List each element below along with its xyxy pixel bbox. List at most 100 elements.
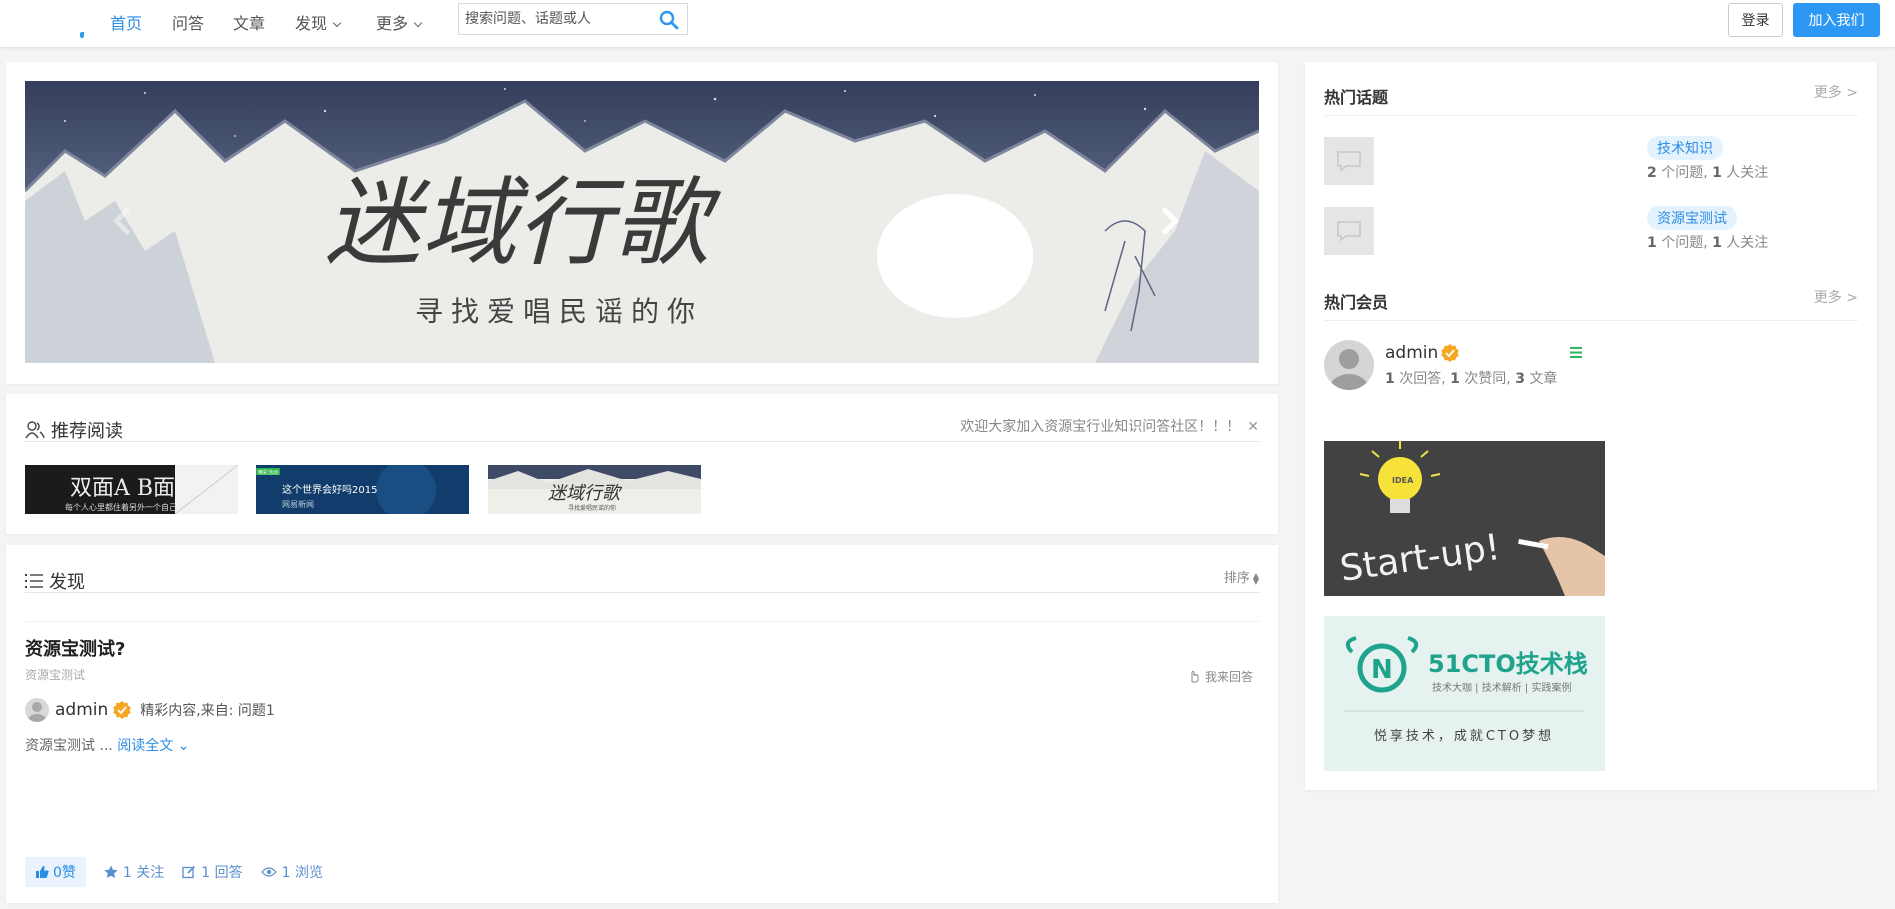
member-answer-unit: 次回答, bbox=[1394, 371, 1451, 387]
51cto-slogan: 悦享技术，成就CTO梦想 bbox=[1374, 728, 1554, 744]
edit-icon bbox=[182, 865, 196, 879]
hot-topics-more-link[interactable]: 更多 > bbox=[1814, 82, 1858, 102]
discover-panel: 发现 排序 ▲ ▼ 资源宝测试? 资源宝测试 我来回答 admin 精彩内容,来自:… bbox=[6, 545, 1278, 903]
search-input[interactable] bbox=[459, 4, 649, 34]
topic-2-question-unit: 个问题, bbox=[1656, 235, 1713, 251]
read-more-link[interactable]: 阅读全文 ⌄ bbox=[117, 738, 189, 754]
close-icon[interactable]: ✕ bbox=[1247, 419, 1259, 435]
member-article-count: 3 bbox=[1515, 371, 1525, 387]
list-icon bbox=[25, 574, 43, 588]
avatar[interactable] bbox=[25, 698, 49, 722]
topic-image[interactable] bbox=[1324, 137, 1374, 185]
thumb-2-caption: 这个世界会好吗2015 bbox=[282, 483, 377, 496]
follow-count: 1 关注 bbox=[122, 865, 165, 881]
hot-members-more-link[interactable]: 更多 > bbox=[1814, 287, 1858, 307]
hot-topics-title: 热门话题 bbox=[1324, 88, 1389, 107]
discover-header: 发现 排序 ▲ ▼ bbox=[25, 545, 1259, 593]
topic-1-follow-count: 1 bbox=[1712, 165, 1722, 181]
topic-2-follow-count: 1 bbox=[1712, 235, 1722, 251]
chat-bubble-icon bbox=[1337, 151, 1361, 172]
recommend-thumb-2[interactable]: 精彩活动 这个世界会好吗2015 网易新闻 bbox=[256, 465, 469, 514]
avatar[interactable] bbox=[1324, 340, 1374, 390]
question-excerpt-text: 资源宝测试 ... bbox=[25, 738, 113, 754]
menu-icon[interactable] bbox=[1570, 347, 1582, 358]
double-chevron-down-icon: ⌄ bbox=[177, 738, 190, 754]
banner-panel: 迷域行歌 寻找爱唱民谣的你 bbox=[6, 62, 1278, 384]
topic-stats-1: 2 个问题, 1 人关注 bbox=[1647, 162, 1768, 182]
51cto-tagline: 技术大咖 | 技术解析 | 实践案例 bbox=[1432, 681, 1571, 694]
nav-home[interactable]: 首页 bbox=[110, 10, 142, 34]
view-count: 1 浏览 bbox=[260, 862, 323, 882]
hot-members-header: 热门会员 更多 > bbox=[1324, 267, 1858, 321]
users-icon bbox=[25, 421, 45, 439]
question-meta: admin 精彩内容,来自: 问题1 bbox=[25, 697, 275, 723]
recommend-header: 推荐阅读 欢迎大家加入资源宝行业知识问答社区！！！ ✕ bbox=[25, 394, 1259, 442]
discover-title: 发现 bbox=[25, 568, 85, 594]
nav-more-dropdown[interactable]: 更多 bbox=[376, 10, 423, 34]
thumb-2-badge: 精彩活动 bbox=[258, 469, 278, 476]
divider bbox=[25, 621, 1259, 622]
question-excerpt: 资源宝测试 ... 阅读全文 ⌄ bbox=[25, 735, 189, 755]
nav-discover-dropdown[interactable]: 发现 bbox=[295, 10, 342, 34]
recommend-title: 推荐阅读 bbox=[25, 417, 123, 443]
logo[interactable] bbox=[80, 32, 84, 38]
verified-badge-icon bbox=[1441, 344, 1460, 362]
view-count-text: 1 浏览 bbox=[281, 865, 323, 881]
answer-question-label: 我来回答 bbox=[1204, 670, 1253, 684]
51cto-logo-glyph: N bbox=[1371, 655, 1393, 685]
banner-carousel[interactable]: 迷域行歌 寻找爱唱民谣的你 bbox=[25, 81, 1259, 363]
nav-more-label: 更多 bbox=[376, 14, 409, 33]
follow-button[interactable]: 1 关注 bbox=[104, 862, 164, 882]
bulb-text: IDEA bbox=[1392, 476, 1414, 485]
answer-count-button[interactable]: 1 回答 bbox=[182, 862, 243, 882]
thumb-3-caption: 迷域行歌 bbox=[548, 483, 623, 504]
user-avatar-icon bbox=[27, 702, 47, 722]
member-name[interactable]: admin bbox=[1385, 343, 1438, 363]
question-topic[interactable]: 资源宝测试 bbox=[25, 666, 85, 683]
hand-icon bbox=[1191, 670, 1199, 683]
nav-qa[interactable]: 问答 bbox=[172, 10, 204, 34]
member-article-unit: 文章 bbox=[1524, 371, 1558, 387]
search-box bbox=[458, 3, 688, 35]
chevron-down-icon bbox=[332, 18, 342, 28]
welcome-notice-text: 欢迎大家加入资源宝行业知识问答社区！！！ bbox=[960, 419, 1241, 435]
sort-label: 排序 bbox=[1223, 571, 1250, 586]
recommend-thumb-3[interactable]: 迷域行歌 寻找爱唱民谣的你 bbox=[488, 465, 701, 514]
user-avatar-icon bbox=[1329, 349, 1369, 390]
topic-1-follow-unit: 人关注 bbox=[1721, 165, 1769, 181]
ad-startup[interactable]: IDEA Start-up! bbox=[1324, 441, 1605, 596]
answer-question-link[interactable]: 我来回答 bbox=[1189, 668, 1253, 685]
verified-badge-icon bbox=[113, 701, 132, 719]
nav-discover-label: 发现 bbox=[295, 14, 328, 33]
topic-image[interactable] bbox=[1324, 207, 1374, 255]
question-source: 精彩内容,来自: 问题1 bbox=[140, 703, 275, 719]
like-button[interactable]: 0赞 bbox=[25, 857, 86, 887]
topic-tag-1[interactable]: 技术知识 bbox=[1647, 136, 1723, 160]
sort-dropdown[interactable]: 排序 ▲ ▼ bbox=[1224, 567, 1259, 586]
topic-tag-2[interactable]: 资源宝测试 bbox=[1647, 206, 1737, 230]
ad-51cto[interactable]: N 51CTO技术栈 技术大咖 | 技术解析 | 实践案例 悦享技术，成就CTO… bbox=[1324, 616, 1605, 771]
chevron-down-icon bbox=[413, 18, 423, 28]
question-title[interactable]: 资源宝测试? bbox=[25, 635, 125, 661]
nav-articles[interactable]: 文章 bbox=[233, 10, 265, 34]
51cto-ad-image: N 51CTO技术栈 技术大咖 | 技术解析 | 实践案例 悦享技术，成就CTO… bbox=[1324, 616, 1605, 771]
search-icon[interactable] bbox=[659, 10, 679, 30]
sidebar-panel: 热门话题 更多 > 技术知识 2 个问题, 1 人关注 资源宝测试 1 个问题,… bbox=[1305, 62, 1877, 790]
login-button[interactable]: 登录 bbox=[1728, 3, 1783, 37]
welcome-notice: 欢迎大家加入资源宝行业知识问答社区！！！ ✕ bbox=[960, 416, 1259, 436]
question-actions: 0赞 1 关注 1 回答 1 浏览 bbox=[25, 857, 341, 887]
thumb-1-caption: 双面A B面 bbox=[70, 476, 175, 501]
question-user[interactable]: admin bbox=[55, 700, 108, 720]
thumb-1-sub: 每个人心里都住着另外一个自己 bbox=[65, 502, 177, 512]
startup-ad-image: IDEA Start-up! bbox=[1324, 441, 1605, 596]
topic-1-question-count: 2 bbox=[1647, 165, 1657, 181]
banner-image: 迷域行歌 寻找爱唱民谣的你 bbox=[25, 81, 1259, 363]
hot-members-title: 热门会员 bbox=[1324, 293, 1389, 312]
chat-bubble-icon bbox=[1337, 221, 1361, 242]
member-answer-count: 1 bbox=[1385, 371, 1395, 387]
thumbs-up-icon bbox=[36, 866, 49, 878]
member-agree-unit: 次赞同, bbox=[1459, 371, 1516, 387]
51cto-brand: 51CTO技术栈 bbox=[1428, 650, 1588, 678]
join-us-button[interactable]: 加入我们 bbox=[1793, 3, 1880, 37]
recommend-thumb-1[interactable]: 双面A B面 每个人心里都住着另外一个自己 bbox=[25, 465, 238, 514]
